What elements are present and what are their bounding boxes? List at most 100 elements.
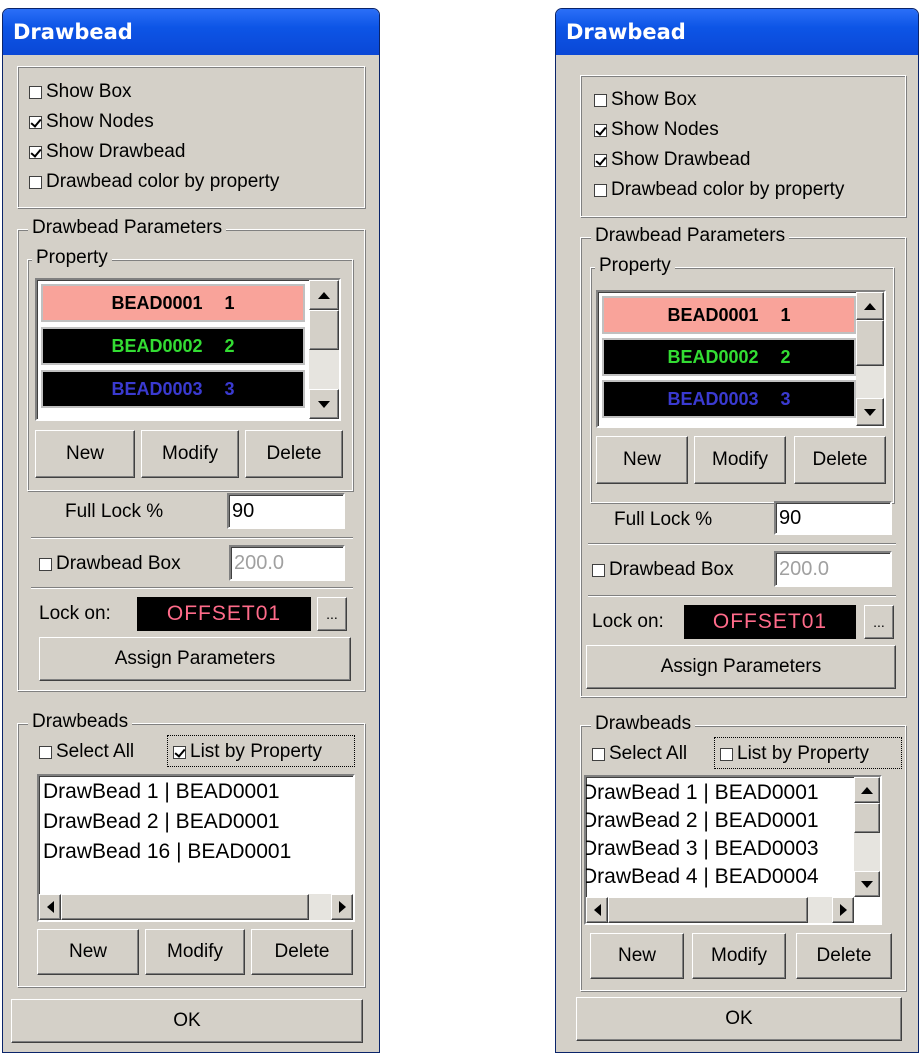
property-list[interactable]: BEAD0001 1 BEAD0002 2 BEAD0003 3: [35, 278, 341, 421]
show-drawbead-checkbox[interactable]: Show Drawbead: [29, 141, 185, 163]
property-item[interactable]: BEAD0003 3: [602, 380, 856, 418]
scroll-down-button[interactable]: [854, 871, 880, 897]
list-item[interactable]: DrawBead 16 | BEAD0001: [43, 840, 291, 864]
scroll-thumb[interactable]: [608, 897, 808, 923]
property-scrollbar[interactable]: [856, 292, 884, 426]
checkbox-icon: [592, 563, 605, 577]
drawbead-box-input[interactable]: 200.0: [774, 551, 892, 587]
drawbead-box-input[interactable]: 200.0: [229, 545, 345, 581]
horizontal-scrollbar[interactable]: [39, 894, 353, 920]
scroll-up-button[interactable]: [309, 280, 339, 310]
property-name: BEAD0003: [667, 388, 759, 409]
drawbead-parameters-legend: Drawbead Parameters: [28, 217, 227, 239]
scroll-up-button[interactable]: [856, 292, 884, 320]
lock-on-browse-button[interactable]: ...: [864, 605, 894, 639]
list-item[interactable]: DrawBead 1 | BEAD0001: [43, 780, 280, 804]
property-name: BEAD0002: [667, 346, 759, 367]
property-item[interactable]: BEAD0002 2: [602, 338, 856, 376]
drawbeads-list[interactable]: DrawBead 1 | BEAD0001 DrawBead 2 | BEAD0…: [584, 775, 882, 925]
horizontal-scrollbar[interactable]: [586, 897, 854, 923]
scroll-thumb[interactable]: [856, 320, 884, 366]
property-item[interactable]: BEAD0001 1: [41, 284, 305, 322]
scroll-up-button[interactable]: [854, 777, 880, 803]
drawbead-modify-button[interactable]: Modify: [692, 933, 786, 979]
lock-on-label: Lock on:: [39, 603, 111, 624]
assign-parameters-button[interactable]: Assign Parameters: [586, 645, 896, 689]
scroll-thumb[interactable]: [309, 310, 339, 350]
scroll-thumb[interactable]: [61, 894, 309, 920]
property-item[interactable]: BEAD0003 3: [41, 370, 305, 408]
scroll-right-button[interactable]: [331, 894, 353, 920]
list-item[interactable]: DrawBead 4 | BEAD0004: [586, 865, 819, 889]
show-drawbead-label: Show Drawbead: [46, 141, 186, 162]
show-box-label: Show Box: [46, 81, 132, 102]
arrow-up-icon: [864, 302, 876, 310]
separator: [588, 595, 896, 597]
assign-parameters-button[interactable]: Assign Parameters: [39, 637, 351, 681]
property-name: BEAD0002: [111, 335, 203, 356]
select-all-label: Select All: [56, 741, 135, 762]
property-list[interactable]: BEAD0001 1 BEAD0002 2 BEAD0003 3: [596, 290, 886, 428]
drawbead-delete-button[interactable]: Delete: [251, 929, 353, 975]
drawbead-box-checkbox[interactable]: Drawbead Box: [592, 559, 734, 581]
property-delete-button[interactable]: Delete: [245, 430, 343, 478]
color-by-property-checkbox[interactable]: Drawbead color by property: [29, 171, 279, 193]
checkbox-icon: [29, 85, 42, 99]
scroll-down-button[interactable]: [856, 398, 884, 426]
full-lock-input[interactable]: 90: [774, 501, 892, 535]
property-item[interactable]: BEAD0002 2: [41, 327, 305, 365]
ok-button[interactable]: OK: [576, 997, 902, 1041]
show-nodes-checkbox[interactable]: Show Nodes: [29, 111, 154, 133]
list-by-property-checkbox[interactable]: List by Property: [720, 743, 869, 765]
show-box-checkbox[interactable]: Show Box: [594, 89, 697, 111]
drawbead-delete-button[interactable]: Delete: [796, 933, 892, 979]
drawbead-new-button[interactable]: New: [37, 929, 139, 975]
property-modify-button[interactable]: Modify: [694, 436, 786, 484]
property-name: BEAD0001: [111, 292, 203, 313]
color-by-property-label: Drawbead color by property: [611, 179, 845, 200]
drawbead-modify-button[interactable]: Modify: [145, 929, 245, 975]
property-item[interactable]: BEAD0001 1: [602, 296, 856, 334]
list-item[interactable]: DrawBead 3 | BEAD0003: [586, 837, 819, 861]
show-drawbead-checkbox[interactable]: Show Drawbead: [594, 149, 750, 171]
lock-on-browse-button[interactable]: ...: [317, 597, 347, 631]
separator: [31, 587, 353, 589]
vertical-scrollbar[interactable]: [854, 777, 880, 897]
property-legend: Property: [595, 255, 675, 277]
checkbox-icon: [592, 747, 605, 761]
scroll-down-button[interactable]: [309, 389, 339, 419]
drawbead-box-checkbox[interactable]: Drawbead Box: [39, 553, 181, 575]
property-new-button[interactable]: New: [35, 430, 135, 478]
property-name: BEAD0001: [667, 304, 759, 325]
color-by-property-checkbox[interactable]: Drawbead color by property: [594, 179, 844, 201]
separator: [588, 543, 896, 545]
property-delete-button[interactable]: Delete: [794, 436, 886, 484]
property-modify-button[interactable]: Modify: [141, 430, 239, 478]
list-item[interactable]: DrawBead 2 | BEAD0001: [586, 809, 819, 833]
drawbead-new-button[interactable]: New: [590, 933, 684, 979]
property-scrollbar[interactable]: [309, 280, 339, 419]
arrow-right-icon: [338, 901, 346, 913]
checkbox-icon: [39, 557, 52, 571]
scroll-left-button[interactable]: [586, 897, 608, 923]
property-id: 1: [780, 304, 791, 325]
ok-button[interactable]: OK: [11, 999, 363, 1043]
scroll-thumb[interactable]: [854, 803, 880, 833]
drawbeads-list[interactable]: DrawBead 1 | BEAD0001 DrawBead 2 | BEAD0…: [37, 774, 355, 922]
select-all-checkbox[interactable]: Select All: [592, 743, 687, 765]
select-all-checkbox[interactable]: Select All: [39, 741, 134, 763]
show-box-checkbox[interactable]: Show Box: [29, 81, 132, 103]
property-new-button[interactable]: New: [596, 436, 688, 484]
show-box-label: Show Box: [611, 89, 697, 110]
scroll-right-button[interactable]: [832, 897, 854, 923]
full-lock-input[interactable]: 90: [227, 493, 345, 529]
scroll-left-button[interactable]: [39, 894, 61, 920]
checkbox-checked-icon: [29, 145, 42, 159]
list-by-property-checkbox[interactable]: List by Property: [173, 741, 322, 763]
show-nodes-checkbox[interactable]: Show Nodes: [594, 119, 719, 141]
show-nodes-label: Show Nodes: [611, 119, 719, 140]
window-title: Drawbead: [556, 9, 918, 55]
list-item[interactable]: DrawBead 2 | BEAD0001: [43, 810, 280, 834]
arrow-down-icon: [318, 400, 330, 408]
list-item[interactable]: DrawBead 1 | BEAD0001: [586, 781, 819, 805]
